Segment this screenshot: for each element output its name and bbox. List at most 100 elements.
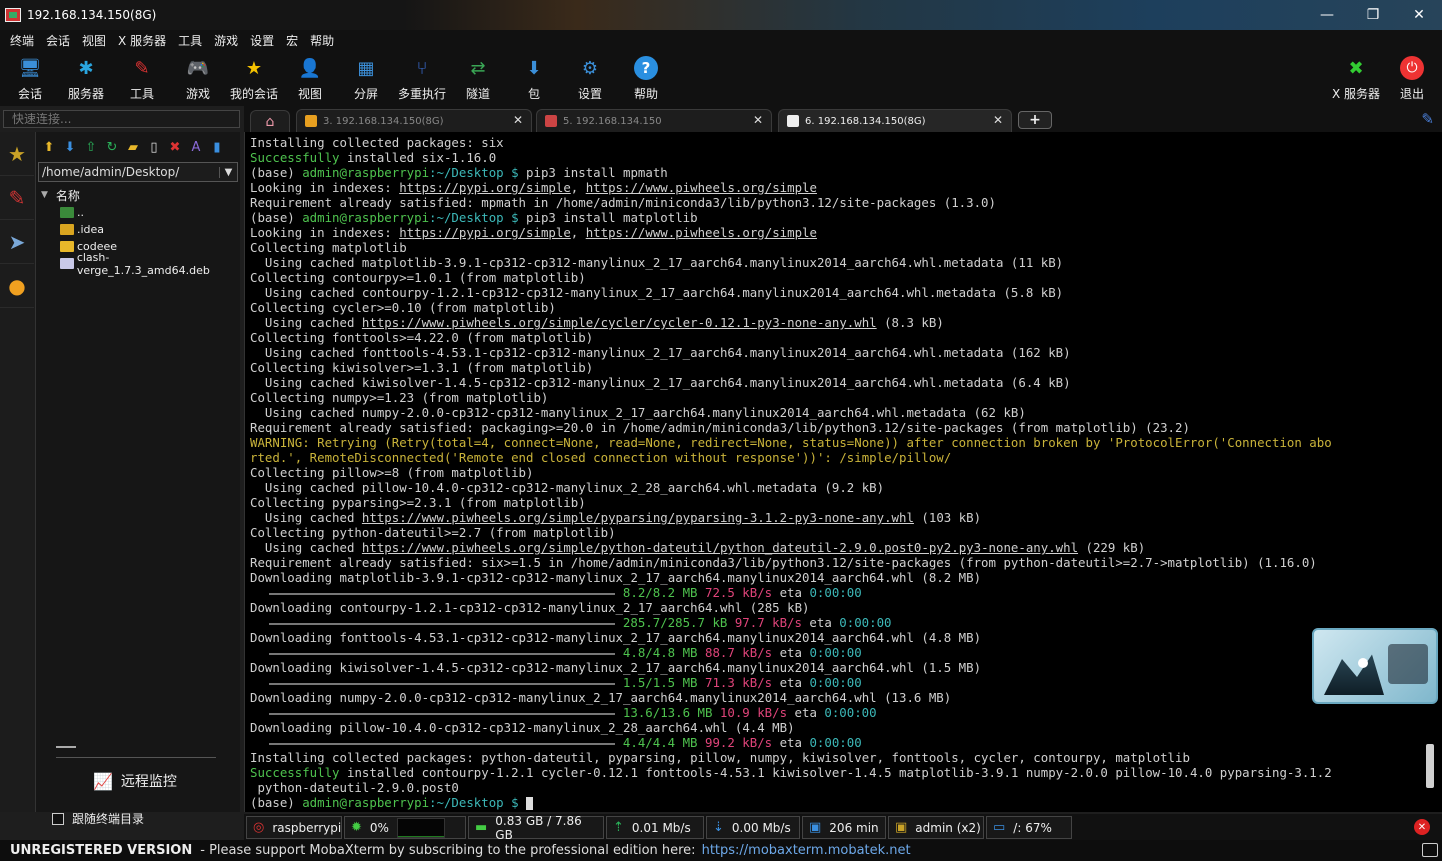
new-tab-button[interactable]: + [1018, 111, 1052, 129]
eta-label: eta [801, 615, 840, 630]
delete-icon[interactable]: ✖ [166, 138, 184, 156]
sessions-star-button[interactable]: ★ [0, 132, 34, 176]
menu-2[interactable]: 视图 [76, 30, 112, 52]
new-folder-icon[interactable]: ▰ [124, 138, 142, 156]
cpu-icon: ✹ [351, 820, 362, 835]
line-suffix: (229 kB) [1078, 540, 1146, 555]
index-url[interactable]: https://www.piwheels.org/simple [586, 180, 817, 195]
paperclip-icon[interactable]: ✎ [1421, 110, 1434, 128]
menu-6[interactable]: 设置 [244, 30, 280, 52]
home-tab[interactable]: ⌂ [250, 110, 290, 132]
session-tab-2[interactable]: 6. 192.168.134.150(8G) ✕ [778, 109, 1012, 132]
status-download[interactable]: ⇣ 0.00 Mb/s [706, 816, 800, 839]
toolbar-label: 工具 [129, 87, 154, 101]
refresh-icon[interactable]: ↻ [103, 138, 121, 156]
sftp-path-select[interactable]: /home/admin/Desktop/ ▼ [38, 162, 238, 182]
terminal-line: Using cached matplotlib-3.9.1-cp312-cp31… [250, 255, 1442, 270]
package-url[interactable]: https://www.piwheels.org/simple/cycler/c… [362, 315, 877, 330]
menu-4[interactable]: 工具 [172, 30, 208, 52]
bookmark-icon[interactable]: ▮ [208, 138, 226, 156]
checkbox[interactable] [52, 812, 64, 825]
folder-icon [60, 241, 74, 252]
tools-side-button[interactable]: ✎ [0, 176, 34, 220]
app-icon [5, 8, 21, 22]
remote-monitor-button[interactable]: 📈 远程监控 [36, 770, 240, 792]
quick-connect-input[interactable]: 快速连接... [3, 110, 240, 128]
macros-side-button[interactable]: ➤ [0, 220, 34, 264]
menu-1[interactable]: 会话 [40, 30, 76, 52]
status-cpu[interactable]: ✹ 0% [344, 816, 466, 839]
toolbar-servers-button[interactable]: ✱ 服务器 [58, 52, 114, 106]
status-disk[interactable]: ▭ /: 67% [986, 816, 1072, 839]
session-tab-1[interactable]: 5. 192.168.134.150 ✕ [536, 109, 772, 132]
menu-7[interactable]: 宏 [280, 30, 304, 52]
subscribe-link[interactable]: https://mobaxterm.mobatek.net [702, 843, 911, 858]
terminal-line: Requirement already satisfied: mpmath in… [250, 195, 1442, 210]
toolbar-help-button[interactable]: ? 帮助 [618, 52, 674, 106]
toolbar-split-button[interactable]: ▦ 分屏 [338, 52, 394, 106]
minimize-button[interactable]: — [1304, 0, 1350, 30]
tab-close-icon[interactable]: ✕ [993, 113, 1003, 127]
folder-up-icon[interactable]: ⬆ [40, 138, 58, 156]
follow-terminal-checkbox[interactable]: 跟随终端目录 [52, 810, 144, 827]
terminal-line: python-dateutil-2.9.0.post0 [250, 780, 1442, 795]
toolbar: 🖥 会话 ✱ 服务器 ✎ 工具 🎮 游戏 ★ 我的会话 👤 视图 ▦ 分屏 ⑂ 多重执行 ⇄ 隧道 ⬇ 包 ⚙ 设置? 帮助… [0, 52, 1442, 106]
rename-icon[interactable]: A [187, 138, 205, 156]
file-row[interactable]: .. [36, 204, 240, 221]
package-url[interactable]: https://www.piwheels.org/simple/python-d… [362, 540, 1078, 555]
toolbar-tunnel-button[interactable]: ⇄ 隧道 [450, 52, 506, 106]
index-url[interactable]: https://www.piwheels.org/simple [586, 225, 817, 240]
warning-text: WARNING: Retrying (Retry(total=4, connec… [250, 435, 1332, 450]
menu-8[interactable]: 帮助 [304, 30, 340, 52]
uptime-icon: ▣ [809, 820, 822, 835]
sftp-side-button[interactable]: ● [0, 264, 34, 308]
terminal[interactable]: Installing collected packages: six Succes… [244, 132, 1442, 812]
package-url[interactable]: https://www.piwheels.org/simple/pyparsin… [362, 510, 914, 525]
splitter-handle[interactable] [56, 746, 76, 748]
raspberry-icon [305, 115, 317, 127]
upload-icon[interactable]: ⇧ [82, 138, 100, 156]
session-tab-0[interactable]: 3. 192.168.134.150(8G) ✕ [296, 109, 532, 132]
close-session-icon[interactable]: ✕ [1414, 819, 1430, 835]
index-url[interactable]: https://pypi.org/simple [399, 225, 571, 240]
toolbar-package-button[interactable]: ⬇ 包 [506, 52, 562, 106]
toolbar-view-button[interactable]: 👤 视图 [282, 52, 338, 106]
terminal-line: Collecting numpy>=1.23 (from matplotlib) [250, 390, 1442, 405]
file-row[interactable]: clash-verge_1.7.3_amd64.deb [36, 251, 240, 277]
status-upload[interactable]: ⇡ 0.01 Mb/s [606, 816, 704, 839]
toolbar-xserver-button[interactable]: ✖ X 服务器 [1328, 52, 1384, 106]
file-row[interactable]: .idea [36, 221, 240, 238]
terminal-line: Using cached contourpy-1.2.1-cp312-cp312… [250, 285, 1442, 300]
mountain-image [1324, 654, 1384, 695]
maximize-button[interactable]: ❐ [1350, 0, 1396, 30]
toolbar-power-button[interactable]: ⏻ 退出 [1384, 52, 1440, 106]
tab-close-icon[interactable]: ✕ [753, 113, 763, 127]
toolbar-settings-button[interactable]: ⚙ 设置 [562, 52, 618, 106]
new-file-icon[interactable]: ▯ [145, 138, 163, 156]
toolbar-gamepad-button[interactable]: 🎮 游戏 [170, 52, 226, 106]
chevron-down-icon[interactable]: ▼ [219, 166, 237, 178]
chat-icon[interactable] [1422, 843, 1438, 857]
status-host[interactable]: ◎ raspberrypi [246, 816, 342, 839]
menu-3[interactable]: X 服务器 [112, 30, 172, 52]
status-user[interactable]: ▣ admin (x2) [888, 816, 984, 839]
tab-close-icon[interactable]: ✕ [513, 113, 523, 127]
user-value: admin (x2) [915, 820, 981, 835]
line-text: Using cached fonttools-4.53.1-cp312-cp31… [250, 345, 1071, 360]
raspberry-icon [545, 115, 557, 127]
menu-5[interactable]: 游戏 [208, 30, 244, 52]
toolbar-star-button[interactable]: ★ 我的会话 [226, 52, 282, 106]
status-memory[interactable]: ▬ 0.83 GB / 7.86 GB [468, 814, 604, 842]
toolbar-tools-button[interactable]: ✎ 工具 [114, 52, 170, 106]
progress-eta: 0:00:00 [824, 705, 877, 720]
download-icon[interactable]: ⬇ [61, 138, 79, 156]
file-list-header[interactable]: ▼ 名称 [36, 186, 240, 204]
toolbar-multiexec-button[interactable]: ⑂ 多重执行 [394, 52, 450, 106]
menu-0[interactable]: 终端 [4, 30, 40, 52]
toolbar-monitor-button[interactable]: 🖥 会话 [2, 52, 58, 106]
status-uptime[interactable]: ▣ 206 min [802, 816, 886, 839]
terminal-line: Collecting pillow>=8 (from matplotlib) [250, 465, 1442, 480]
close-window-button[interactable]: ✕ [1396, 0, 1442, 30]
index-url[interactable]: https://pypi.org/simple [399, 180, 571, 195]
terminal-scrollbar[interactable] [1426, 744, 1434, 788]
